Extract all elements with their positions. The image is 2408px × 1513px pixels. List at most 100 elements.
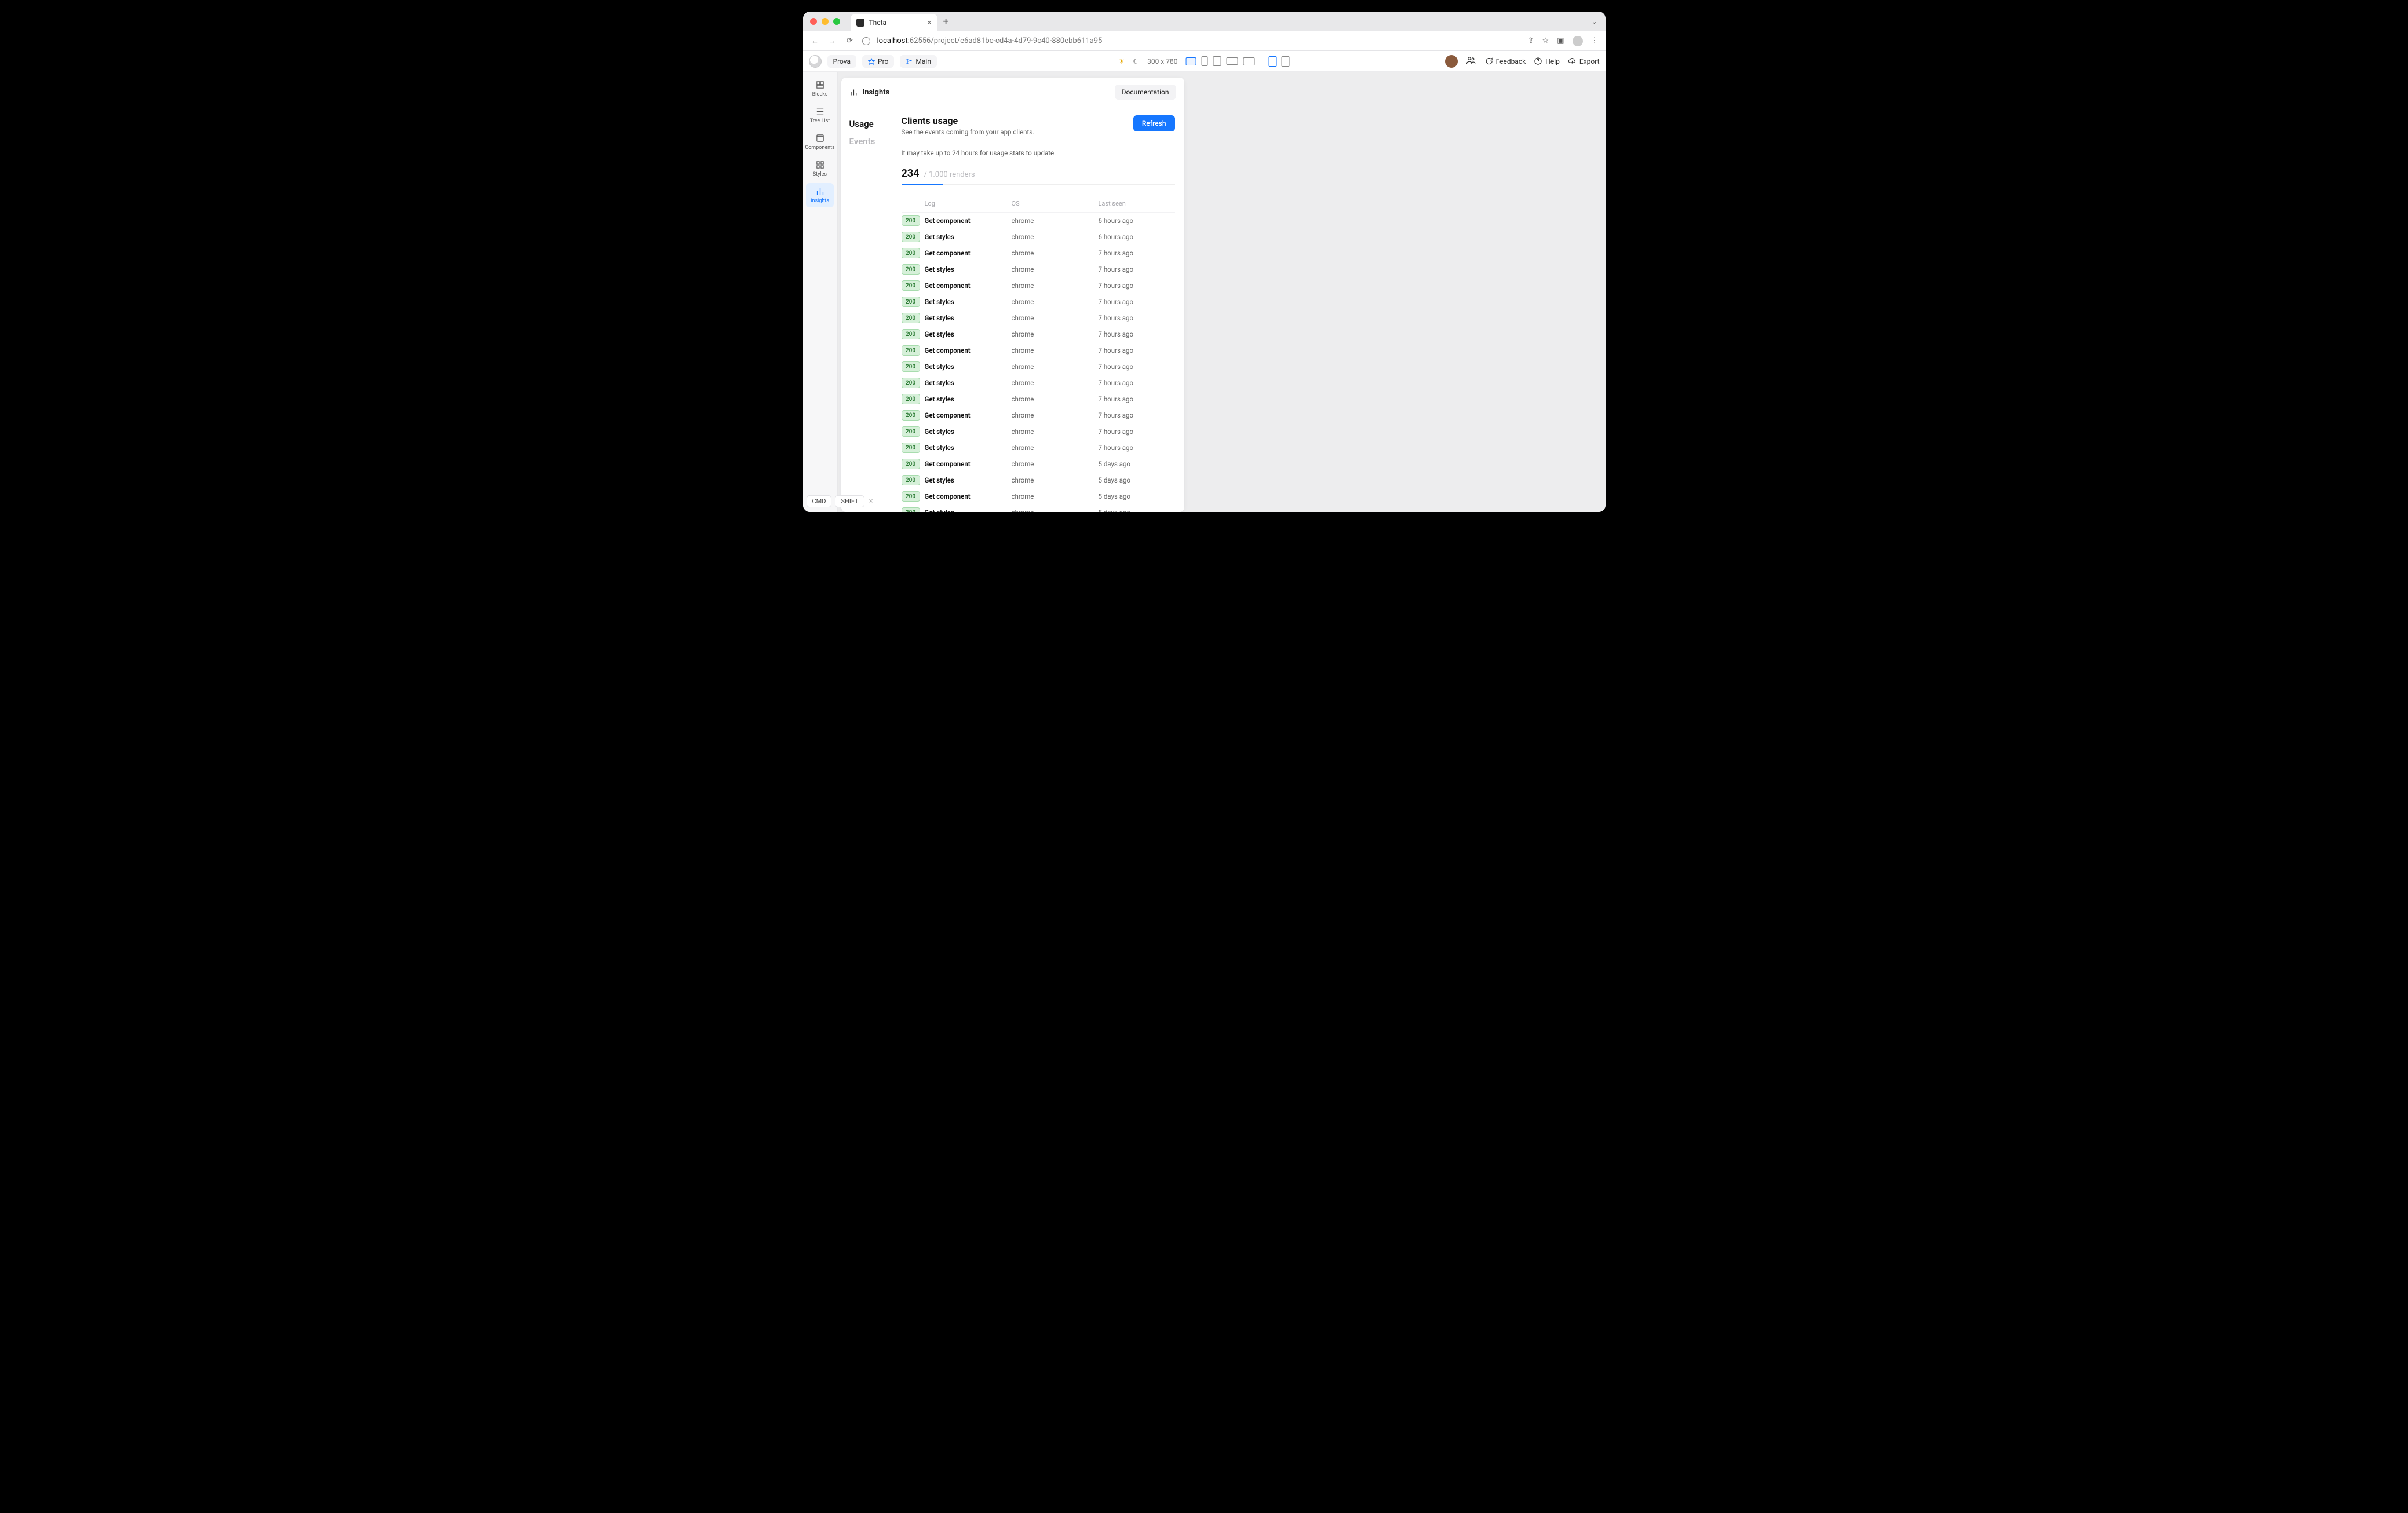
device-desktop-icon[interactable]	[1243, 57, 1254, 65]
col-log: Log	[925, 200, 1012, 207]
bookmark-icon[interactable]: ☆	[1542, 36, 1549, 45]
chat-icon	[1484, 57, 1493, 65]
profile-avatar-icon[interactable]	[1573, 36, 1583, 46]
status-badge: 200	[902, 361, 920, 372]
project-name: Prova	[833, 57, 851, 65]
preview-fill-icon[interactable]	[1268, 56, 1276, 67]
table-row: 200Get styleschrome7 hours ago	[902, 423, 1175, 440]
branch-selector[interactable]: Main	[900, 55, 937, 68]
cell-os: chrome	[1012, 411, 1099, 419]
maximize-window-button[interactable]	[833, 18, 840, 25]
mac-titlebar: Theta × + ⌄	[803, 12, 1606, 31]
preview-group	[1268, 56, 1289, 67]
keyboard-hint-bar: CMD SHIFT ×	[807, 495, 873, 507]
status-badge: 200	[902, 394, 920, 404]
cell-os: chrome	[1012, 427, 1099, 436]
cell-last-seen: 5 days ago	[1099, 476, 1175, 484]
status-badge: 200	[902, 215, 920, 226]
plan-pro-label: Pro	[878, 57, 888, 65]
team-icon[interactable]	[1466, 55, 1476, 67]
cell-last-seen: 5 days ago	[1099, 460, 1175, 468]
table-row: 200Get componentchrome7 hours ago	[902, 277, 1175, 294]
cell-os: chrome	[1012, 249, 1099, 257]
dark-mode-icon[interactable]: ☾	[1133, 57, 1139, 65]
refresh-button[interactable]: Refresh	[1133, 115, 1175, 131]
cell-log: Get styles	[925, 233, 1012, 241]
table-row: 200Get styleschrome7 hours ago	[902, 326, 1175, 342]
new-tab-button[interactable]: +	[941, 16, 951, 28]
preview-outline-icon[interactable]	[1281, 56, 1289, 67]
share-icon[interactable]: ⇪	[1528, 36, 1534, 45]
feedback-button[interactable]: Feedback	[1484, 57, 1526, 65]
insights-panel: Insights Documentation Usage Events Clie…	[841, 78, 1184, 512]
subnav-events[interactable]: Events	[849, 133, 897, 150]
rail-insights[interactable]: Insights	[806, 183, 834, 207]
panel-title: Insights	[863, 88, 890, 97]
dismiss-hints-icon[interactable]: ×	[869, 497, 873, 506]
export-button[interactable]: Export	[1568, 57, 1600, 65]
close-tab-icon[interactable]: ×	[928, 19, 932, 27]
status-badge: 200	[902, 491, 920, 502]
cell-os: chrome	[1012, 346, 1099, 355]
rail-components-label: Components	[805, 145, 834, 151]
cell-os: chrome	[1012, 444, 1099, 452]
window-menu-caret-icon[interactable]: ⌄	[1591, 17, 1597, 25]
col-seen: Last seen	[1099, 200, 1175, 207]
rail-styles[interactable]: Styles	[806, 156, 834, 181]
render-count: 234	[902, 167, 920, 180]
rail-styles-label: Styles	[813, 171, 827, 177]
status-badge: 200	[902, 248, 920, 258]
device-tablet-icon[interactable]	[1213, 56, 1221, 66]
left-rail: Blocks Tree List Components Styles Insig…	[803, 72, 838, 512]
table-row: 200Get componentchrome7 hours ago	[902, 245, 1175, 261]
browser-tab-title: Theta	[869, 19, 887, 27]
cell-last-seen: 6 hours ago	[1099, 233, 1175, 241]
canvas-controls: ☀ ☾ 300 x 780	[1119, 56, 1290, 67]
minimize-window-button[interactable]	[822, 18, 829, 25]
plan-pro-button[interactable]: Pro	[862, 55, 894, 68]
user-avatar[interactable]	[1445, 55, 1458, 68]
canvas-size-label: 300 x 780	[1147, 57, 1177, 65]
cell-os: chrome	[1012, 460, 1099, 468]
app-toolbar: Prova Pro Main ☀ ☾ 300 x 780	[803, 51, 1606, 72]
cell-log: Get component	[925, 460, 1012, 468]
device-responsive-icon[interactable]	[1185, 57, 1196, 65]
table-row: 200Get componentchrome7 hours ago	[902, 407, 1175, 423]
light-mode-icon[interactable]: ☀	[1119, 57, 1125, 65]
site-info-icon[interactable]: i	[862, 37, 870, 45]
device-phone-icon[interactable]	[1201, 56, 1207, 66]
status-badge: 200	[902, 232, 920, 242]
panel-content: Clients usage See the events coming from…	[897, 107, 1184, 512]
cell-os: chrome	[1012, 298, 1099, 306]
device-laptop-icon[interactable]	[1226, 57, 1238, 65]
branch-label: Main	[915, 57, 931, 65]
panel-toggle-icon[interactable]: ▣	[1557, 36, 1564, 45]
kebab-menu-icon[interactable]: ⋮	[1591, 36, 1599, 45]
back-button-icon[interactable]: ←	[810, 36, 820, 46]
status-badge: 200	[902, 507, 920, 512]
cell-last-seen: 7 hours ago	[1099, 282, 1175, 290]
rail-blocks[interactable]: Blocks	[806, 76, 834, 101]
forward-button-icon[interactable]: →	[827, 36, 838, 46]
address-field[interactable]: localhost:62556/project/e6ad81bc-cd4a-4d…	[877, 36, 1103, 45]
cell-os: chrome	[1012, 509, 1099, 512]
help-button[interactable]: Help	[1534, 57, 1560, 65]
rail-tree-list[interactable]: Tree List	[806, 103, 834, 127]
url-right-icons: ⇪ ☆ ▣ ⋮	[1528, 36, 1599, 46]
rail-components[interactable]: Components	[806, 130, 834, 154]
cell-log: Get styles	[925, 427, 1012, 436]
cell-log: Get styles	[925, 314, 1012, 322]
col-os: OS	[1012, 200, 1099, 207]
documentation-button[interactable]: Documentation	[1115, 85, 1176, 100]
cell-os: chrome	[1012, 379, 1099, 387]
panel-header: Insights Documentation	[841, 78, 1184, 107]
section-heading: Clients usage	[902, 115, 1035, 126]
status-badge: 200	[902, 475, 920, 485]
browser-tab[interactable]: Theta ×	[851, 14, 937, 31]
close-window-button[interactable]	[810, 18, 817, 25]
app-logo-icon[interactable]	[809, 55, 822, 68]
table-row: 200Get componentchrome5 days ago	[902, 456, 1175, 472]
reload-button-icon[interactable]: ⟳	[845, 36, 855, 45]
project-selector[interactable]: Prova	[827, 55, 857, 68]
subnav-usage[interactable]: Usage	[849, 115, 897, 133]
